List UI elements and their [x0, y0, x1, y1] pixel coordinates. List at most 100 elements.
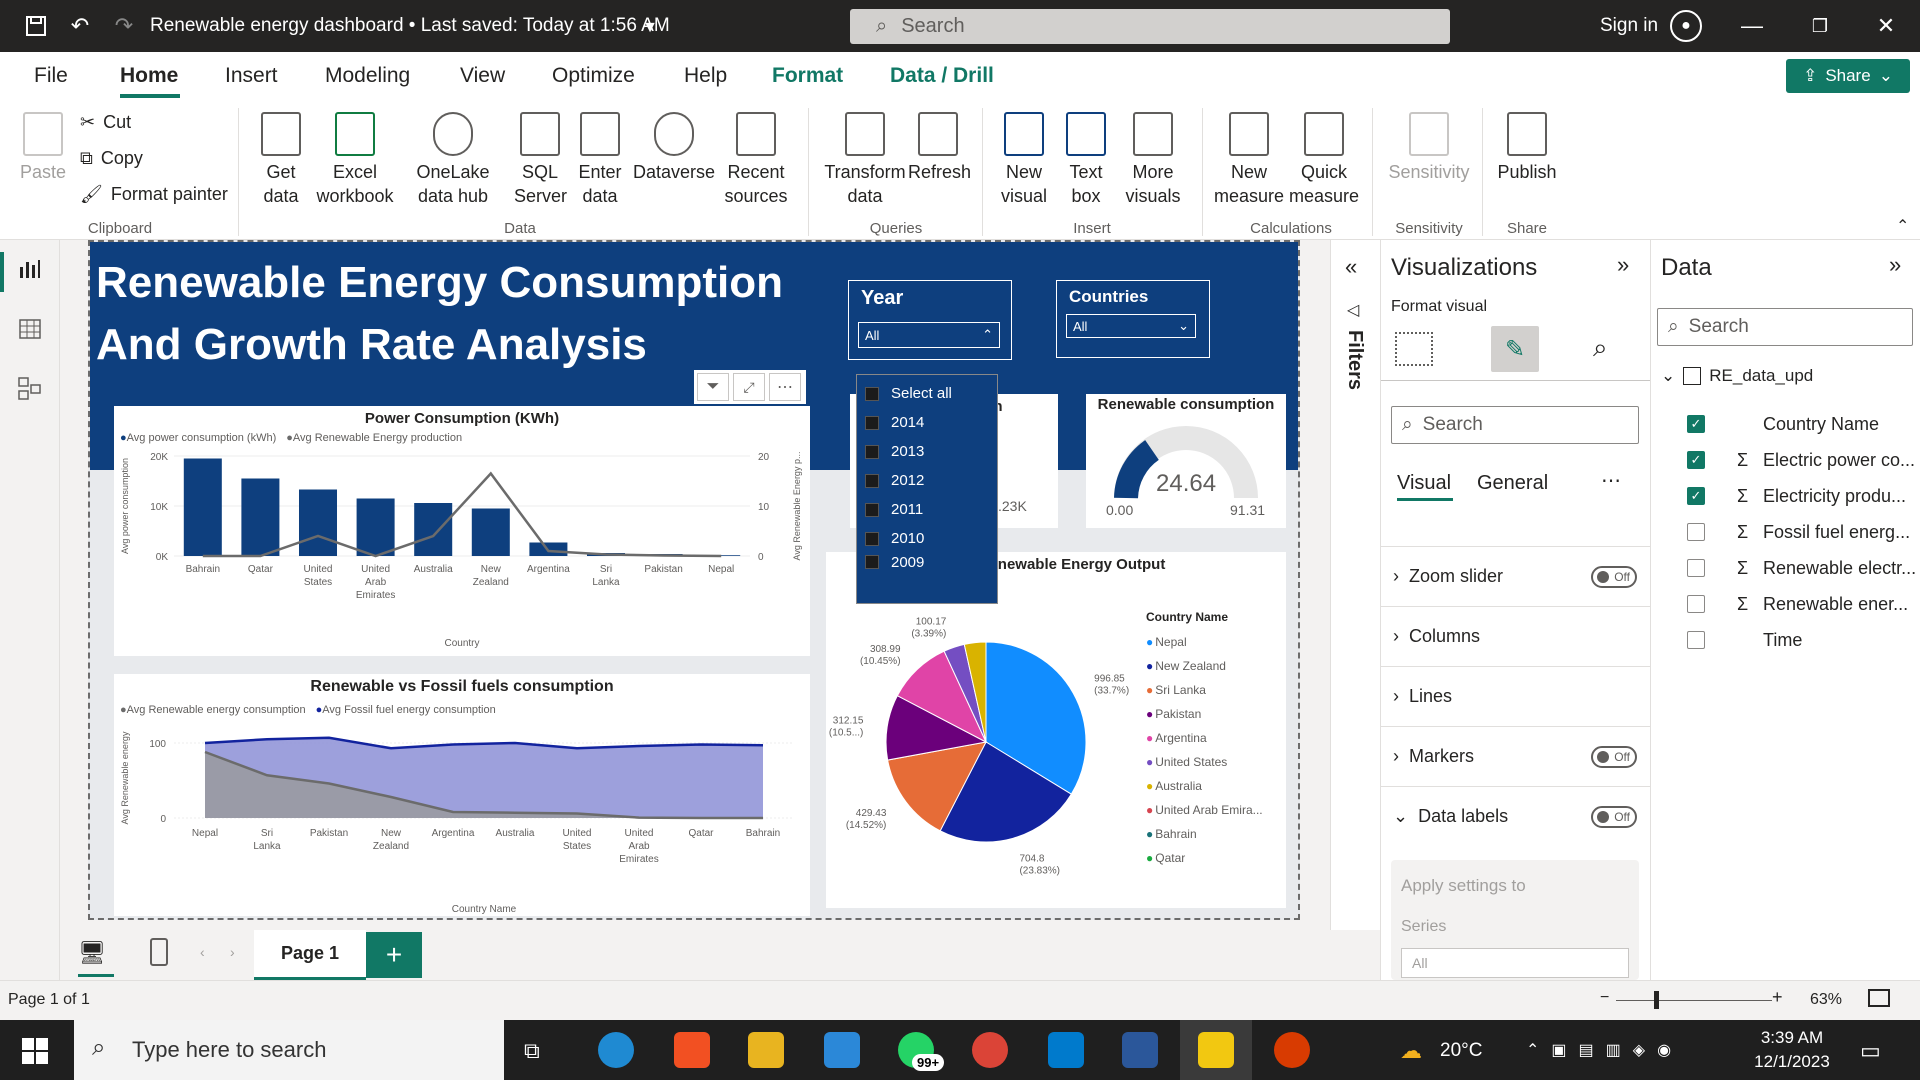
legend-item[interactable]: ● Pakistan — [1146, 702, 1263, 726]
renewable-consumption-gauge[interactable]: Renewable consumption 24.64 0.00 91.31 — [1086, 394, 1286, 528]
zoom-slider-thumb[interactable] — [1654, 991, 1659, 1009]
filter-icon[interactable]: ⏷ — [697, 373, 729, 401]
sensitivity-button[interactable]: Sensitivity — [1384, 112, 1474, 184]
power-bi-icon[interactable] — [1198, 1032, 1234, 1068]
search-input[interactable]: ⌕ Search — [850, 9, 1450, 44]
recent-sources-button[interactable]: Recent sources — [722, 112, 790, 208]
paste-button[interactable]: Paste — [18, 112, 68, 184]
save-icon[interactable] — [22, 12, 50, 40]
word-icon[interactable] — [1122, 1032, 1158, 1068]
section-lines[interactable]: › Lines — [1381, 666, 1651, 726]
countries-dropdown[interactable]: All ⌄ — [1066, 314, 1196, 338]
field-item[interactable]: ✓ Σ Electric power co... — [1687, 442, 1920, 478]
system-tray-icons[interactable]: ⌃▣▤▥◈◉ — [1526, 1040, 1683, 1060]
refresh-button[interactable]: Refresh — [908, 112, 971, 184]
build-visual-icon[interactable] — [1395, 332, 1433, 366]
windows-start-icon[interactable] — [22, 1038, 48, 1064]
model-view-icon[interactable] — [17, 376, 43, 402]
restore-icon[interactable]: ❐ — [1806, 12, 1834, 40]
legend-item[interactable]: ● Argentina — [1146, 726, 1263, 750]
field-item[interactable]: Σ Renewable ener... — [1687, 586, 1920, 622]
publish-button[interactable]: Publish — [1494, 112, 1560, 184]
user-avatar-icon[interactable]: ● — [1670, 10, 1702, 42]
get-data-button[interactable]: Get data — [255, 112, 307, 208]
snipping-tool-icon[interactable] — [1274, 1032, 1310, 1068]
more-options-icon[interactable]: ⋯ — [1601, 468, 1621, 493]
tab-general[interactable]: General — [1477, 472, 1548, 495]
power-consumption-chart[interactable]: Power Consumption (KWh) ●Avg power consu… — [114, 406, 810, 656]
new-visual-button[interactable]: New visual — [998, 112, 1050, 208]
file-explorer-icon[interactable] — [748, 1032, 784, 1068]
cut-button[interactable]: ✂ Cut — [80, 112, 131, 133]
field-checkbox[interactable]: ✓ — [1687, 487, 1705, 505]
next-page-icon[interactable]: › — [230, 944, 235, 960]
dropdown-option[interactable]: 2009 — [857, 553, 997, 571]
notifications-icon[interactable]: ▭ — [1860, 1038, 1881, 1064]
taskbar-search[interactable]: ⌕ Type here to search — [74, 1020, 504, 1080]
section-zoom-slider[interactable]: › Zoom slider Off — [1381, 546, 1651, 606]
dropdown-option[interactable]: 2013 — [857, 437, 997, 466]
legend-item[interactable]: ● Nepal — [1146, 630, 1263, 654]
data-labels-toggle[interactable]: Off — [1591, 805, 1637, 828]
menu-view[interactable]: View — [460, 64, 505, 88]
section-data-labels[interactable]: ⌄ Data labels Off — [1381, 786, 1651, 846]
dropdown-option[interactable]: 2012 — [857, 466, 997, 495]
vscode-icon[interactable] — [1048, 1032, 1084, 1068]
prev-page-icon[interactable]: ‹ — [200, 944, 205, 960]
legend-item[interactable]: ● Australia — [1146, 774, 1263, 798]
renewable-vs-fossil-chart[interactable]: Renewable vs Fossil fuels consumption ●A… — [114, 674, 810, 916]
legend-item[interactable]: ● New Zealand — [1146, 654, 1263, 678]
zoom-out-icon[interactable]: − — [1600, 989, 1609, 1007]
menu-insert[interactable]: Insert — [225, 64, 278, 88]
add-page-button[interactable]: + — [366, 932, 422, 978]
field-checkbox[interactable] — [1687, 595, 1705, 613]
expand-filters-icon[interactable]: « — [1345, 254, 1357, 280]
mail-icon[interactable] — [824, 1032, 860, 1068]
onelake-button[interactable]: OneLake data hub — [398, 112, 508, 208]
copy-button[interactable]: ⧉ Copy — [80, 148, 143, 169]
year-dropdown[interactable]: All ⌃ — [858, 322, 1000, 348]
share-button[interactable]: ⇪ Share ⌄ — [1786, 59, 1910, 93]
section-markers[interactable]: › Markers Off — [1381, 726, 1651, 786]
section-columns[interactable]: › Columns — [1381, 606, 1651, 666]
field-item[interactable]: ✓ Country Name — [1687, 406, 1920, 442]
quick-measure-button[interactable]: Quick measure — [1288, 112, 1360, 208]
report-title[interactable]: Renewable Energy Consumption And Growth … — [96, 252, 856, 376]
sign-in-link[interactable]: Sign in — [1600, 15, 1658, 37]
menu-file[interactable]: File — [34, 64, 68, 88]
data-search-input[interactable]: ⌕ Search — [1657, 308, 1913, 346]
field-item[interactable]: Σ Fossil fuel energ... — [1687, 514, 1920, 550]
menu-help[interactable]: Help — [684, 64, 727, 88]
markers-toggle[interactable]: Off — [1591, 745, 1637, 768]
excel-workbook-button[interactable]: Excel workbook — [312, 112, 398, 208]
fit-to-page-icon[interactable] — [1868, 989, 1890, 1007]
legend-item[interactable]: ● Sri Lanka — [1146, 678, 1263, 702]
enter-data-button[interactable]: Enter data — [574, 112, 626, 208]
legend-item[interactable]: ● Bahrain — [1146, 822, 1263, 846]
analytics-icon[interactable]: ⌕ — [1593, 332, 1608, 364]
filters-pane-collapsed[interactable]: « ◁ Filters — [1330, 240, 1380, 930]
report-view-icon[interactable] — [17, 256, 43, 282]
format-visual-icon[interactable]: ✎ — [1491, 326, 1539, 372]
document-title[interactable]: Renewable energy dashboard • Last saved:… — [150, 15, 670, 37]
field-checkbox[interactable]: ✓ — [1687, 451, 1705, 469]
dataverse-button[interactable]: Dataverse — [632, 112, 716, 184]
sql-server-button[interactable]: SQL Server — [514, 112, 567, 208]
collapse-ribbon-icon[interactable]: ⌃ — [1896, 216, 1909, 236]
menu-data-drill[interactable]: Data / Drill — [890, 64, 994, 88]
field-checkbox[interactable] — [1687, 631, 1705, 649]
focus-mode-icon[interactable]: ⤢ — [733, 373, 765, 401]
renewable-output-pie-chart[interactable]: Avg Renewable Energy Output 996.85 (33.7%… — [826, 552, 1286, 908]
minimize-icon[interactable]: — — [1738, 12, 1766, 40]
edge-icon[interactable] — [598, 1032, 634, 1068]
dropdown-option[interactable]: Select all — [857, 379, 997, 408]
collapse-pane-icon[interactable]: » — [1617, 252, 1629, 278]
table-view-icon[interactable] — [17, 316, 43, 342]
transform-data-button[interactable]: Transform data — [822, 112, 908, 208]
text-box-button[interactable]: Text box — [1060, 112, 1112, 208]
zoom-slider-toggle[interactable]: Off — [1591, 565, 1637, 588]
mobile-layout-icon[interactable] — [150, 938, 168, 966]
new-measure-button[interactable]: New measure — [1214, 112, 1284, 208]
legend-item[interactable]: ● United Arab Emira... — [1146, 798, 1263, 822]
format-painter-button[interactable]: 🖌 Format painter — [80, 184, 228, 205]
